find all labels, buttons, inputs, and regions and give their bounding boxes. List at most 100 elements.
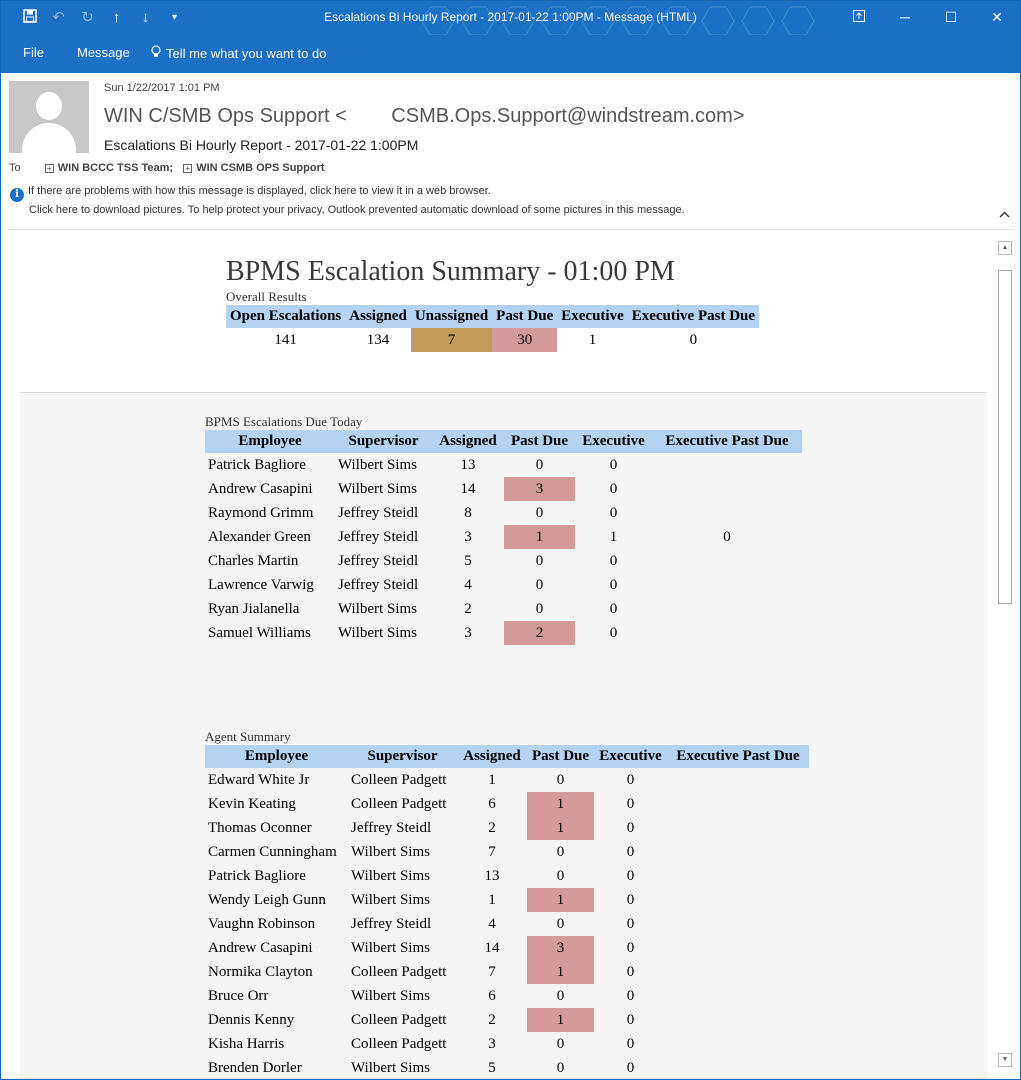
supervisor-cell: Wilbert Sims <box>338 600 417 617</box>
scroll-down-icon[interactable]: ▼ <box>998 1053 1012 1067</box>
column-header: Executive <box>575 430 652 453</box>
executive-cell: 0 <box>609 552 618 569</box>
supervisor-cell: Wilbert Sims <box>351 1059 430 1076</box>
vertical-scrollbar[interactable]: ▲ ▼ <box>997 239 1013 1071</box>
past-due-cell: 2 <box>504 621 575 645</box>
infobar[interactable]: i If there are problems with how this mes… <box>10 183 685 219</box>
scroll-up-icon[interactable]: ▲ <box>998 241 1012 255</box>
sender-avatar[interactable] <box>9 81 89 153</box>
supervisor-cell: Wilbert Sims <box>338 456 417 473</box>
past-due-cell: 1 <box>504 525 575 549</box>
past-due-cell: 0 <box>556 843 565 860</box>
minimize-icon[interactable]: ─ <box>882 1 928 33</box>
employee-cell: Bruce Orr <box>208 987 269 1004</box>
past-due-cell: 1 <box>527 1008 594 1032</box>
column-header: Executive <box>594 745 667 768</box>
table-row: Charles Martin Jeffrey Steidl 5 0 0 <box>205 549 802 573</box>
assigned-cell: 1 <box>488 771 496 788</box>
scrollbar-thumb[interactable] <box>998 270 1012 604</box>
executive-past-due-cell <box>652 477 802 501</box>
table-row: Carmen Cunningham Wilbert Sims 7 0 0 <box>205 840 809 864</box>
column-header: Employee <box>205 745 348 768</box>
close-icon[interactable]: ✕ <box>974 1 1020 33</box>
table-row: Dennis Kenny Colleen Padgett 2 1 0 <box>205 1008 809 1032</box>
report-title: BPMS Escalation Summary - 01:00 PM <box>226 256 675 287</box>
ribbon-tabs: File Message Tell me what you want to do <box>1 35 1020 73</box>
column-header: Past Due <box>504 430 575 453</box>
employee-cell: Normika Clayton <box>208 963 313 980</box>
executive-past-due-cell <box>667 1056 809 1079</box>
sender[interactable]: WIN C/SMB Ops Support < CSMB.Ops.Support… <box>104 105 745 128</box>
supervisor-cell: Jeffrey Steidl <box>338 504 419 521</box>
employee-cell: Patrick Bagliore <box>208 867 306 884</box>
executive-past-due-cell <box>652 597 802 621</box>
table-row: Vaughn Robinson Jeffrey Steidl 4 0 0 <box>205 912 809 936</box>
recipient-bccc[interactable]: + WIN BCCC TSS Team; <box>44 162 173 174</box>
caption-buttons: ─ ☐ ✕ <box>836 1 1020 33</box>
executive-cell: 0 <box>626 867 635 884</box>
executive-past-due-cell <box>652 453 802 477</box>
table-row: Thomas Oconner Jeffrey Steidl 2 1 0 <box>205 816 809 840</box>
assigned-cell: 2 <box>464 600 472 617</box>
table-header-row: Employee Supervisor Assigned Past Due Execut… <box>205 745 809 768</box>
assigned-cell: 5 <box>488 1059 496 1076</box>
overall-caption: Overall Results <box>226 289 307 304</box>
column-header: Assigned <box>457 745 527 768</box>
assigned-cell: 1 <box>488 891 496 908</box>
table-row: Kevin Keating Colleen Padgett 6 1 0 <box>205 792 809 816</box>
past-due-cell: 3 <box>504 477 575 501</box>
infobar-browser-text[interactable]: If there are problems with how this mess… <box>28 185 491 197</box>
employee-cell: Thomas Oconner <box>208 819 312 836</box>
message-body: BPMS Escalation Summary - 01:00 PM Overa… <box>8 230 996 1079</box>
tab-message[interactable]: Message <box>77 45 130 60</box>
to-line: To + WIN BCCC TSS Team; + WIN CSMB OPS Sup… <box>9 162 325 174</box>
employee-cell: Lawrence Varwig <box>208 576 314 593</box>
expand-group-icon[interactable]: + <box>183 164 193 173</box>
assigned-cell: 2 <box>488 819 496 836</box>
agent-summary-table: Employee Supervisor Assigned Past Due Execut… <box>205 745 809 1079</box>
assigned-cell: 14 <box>484 939 500 956</box>
table-header-row: Employee Supervisor Assigned Past Due Execut… <box>205 430 802 453</box>
infobar-pictures-text[interactable]: Click here to download pictures. To help… <box>10 202 685 219</box>
past-due-cell: 0 <box>556 867 565 884</box>
employee-cell: Samuel Williams <box>208 624 311 641</box>
assigned-cell: 3 <box>464 528 472 545</box>
subject: Escalations Bi Hourly Report - 2017-01-2… <box>104 137 419 153</box>
supervisor-cell: Wilbert Sims <box>338 480 417 497</box>
maximize-icon[interactable]: ☐ <box>928 1 974 33</box>
column-header: Open Escalations <box>226 305 346 328</box>
table-row: Lawrence Varwig Jeffrey Steidl 4 0 0 <box>205 573 802 597</box>
supervisor-cell: Jeffrey Steidl <box>338 576 419 593</box>
restore-window-icon[interactable] <box>836 1 882 33</box>
collapse-header-icon[interactable] <box>999 207 1010 221</box>
executive-past-due-cell <box>667 960 809 984</box>
due-today-table: Employee Supervisor Assigned Past Due Execut… <box>205 430 802 645</box>
past-due-cell: 0 <box>535 576 544 593</box>
assigned-cell: 6 <box>488 795 496 812</box>
employee-cell: Andrew Casapini <box>208 939 313 956</box>
table-row: 141 134 7 30 1 0 <box>226 328 759 352</box>
column-header: Executive Past Due <box>627 305 760 328</box>
tab-file[interactable]: File <box>23 45 44 60</box>
executive-cell: 0 <box>626 915 635 932</box>
executive-past-due-cell <box>667 1032 809 1056</box>
outlook-message-window: ↶ ↻ ↑ ↓ ▾ Escalations Bi Hourly Report -… <box>0 0 1021 1080</box>
column-header: Supervisor <box>335 430 432 453</box>
employee-cell: Carmen Cunningham <box>208 843 337 860</box>
tell-me-box[interactable]: Tell me what you want to do <box>151 45 326 61</box>
assigned-value: 134 <box>366 331 390 348</box>
employee-cell: Andrew Casapini <box>208 480 313 497</box>
employee-cell: Charles Martin <box>208 552 299 569</box>
past-due-cell: 1 <box>527 888 594 912</box>
open-escalations-value: 141 <box>274 331 297 348</box>
executive-past-due-cell <box>652 621 802 645</box>
executive-value: 1 <box>588 331 597 348</box>
column-header: Assigned <box>345 305 411 328</box>
recipient-csmb[interactable]: + WIN CSMB OPS Support <box>183 162 325 174</box>
table-row: Samuel Williams Wilbert Sims 3 2 0 <box>205 621 802 645</box>
assigned-cell: 13 <box>484 867 500 884</box>
column-header: Past Due <box>492 305 558 328</box>
supervisor-cell: Colleen Padgett <box>351 1035 447 1052</box>
expand-group-icon[interactable]: + <box>44 164 54 173</box>
executive-cell: 0 <box>626 1011 635 1028</box>
